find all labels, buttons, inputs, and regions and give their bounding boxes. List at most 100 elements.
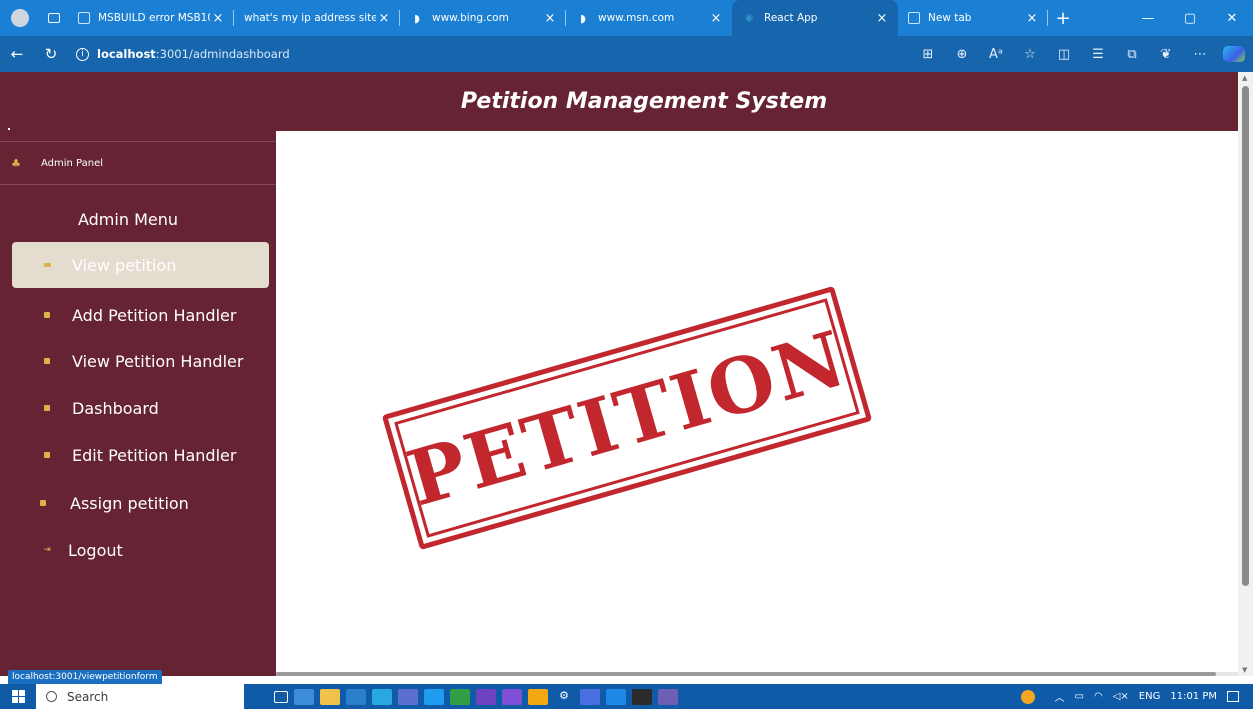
bing-icon: ◗	[580, 11, 586, 25]
zoom-icon[interactable]: ⊕	[945, 47, 979, 62]
new-tab-button[interactable]: +	[1048, 0, 1078, 36]
home-icon	[42, 403, 52, 413]
search-placeholder: Search	[67, 689, 109, 704]
close-window-button[interactable]: ✕	[1211, 0, 1253, 36]
sidebar-item-view-petition[interactable]: View petition	[12, 242, 269, 288]
tab-title: New tab	[928, 12, 972, 24]
back-button[interactable]: ←	[0, 36, 34, 72]
volume-icon[interactable]: ◁×	[1113, 691, 1129, 702]
close-icon[interactable]: ×	[376, 11, 392, 26]
collections-icon[interactable]: ⧉	[1115, 47, 1149, 62]
app-icon[interactable]	[450, 688, 470, 705]
sidebar-item-view-petition-handler[interactable]: View Petition Handler	[12, 338, 269, 384]
app-icon[interactable]	[658, 688, 678, 705]
immersive-reader-icon[interactable]: ⊞	[911, 47, 945, 62]
sidebar-item-add-petition-handler[interactable]: Add Petition Handler	[12, 292, 269, 338]
vertical-scrollbar[interactable]: ▲ ▼	[1238, 72, 1253, 676]
chrome-icon[interactable]	[528, 688, 548, 705]
scrollbar-thumb[interactable]	[1242, 86, 1249, 586]
battery-icon[interactable]: ▭	[1075, 691, 1084, 702]
avatar	[11, 9, 29, 27]
sidebar-item-label: Edit Petition Handler	[72, 445, 237, 465]
stamp-text: PETITION	[397, 313, 857, 523]
store-icon[interactable]	[346, 688, 366, 705]
close-icon[interactable]: ×	[1024, 11, 1040, 26]
admin-panel-row: ♣ Admin Panel	[0, 142, 276, 185]
tab-actions-button[interactable]	[40, 0, 68, 36]
split-screen-icon[interactable]: ◫	[1047, 47, 1081, 62]
clock[interactable]: 11:01 PM	[1170, 691, 1217, 702]
close-icon[interactable]: ×	[210, 11, 226, 26]
sidebar-item-dashboard[interactable]: Dashboard	[12, 385, 269, 431]
browser-tab-ip-address[interactable]: what's my ip address sites ×	[234, 0, 400, 36]
briefcase-icon	[42, 356, 52, 366]
vscode-icon[interactable]	[424, 688, 444, 705]
notification-icon[interactable]	[1227, 691, 1239, 702]
visual-studio-icon[interactable]	[476, 688, 496, 705]
copilot-icon[interactable]	[1223, 46, 1245, 62]
horizontal-scrollbar[interactable]	[276, 672, 1238, 676]
favorite-star-icon[interactable]: ☆	[1013, 47, 1047, 62]
scroll-up-icon[interactable]: ▲	[1242, 74, 1247, 82]
browser-tab-bar: MSBUILD error MSB1011 : × what's my ip a…	[0, 0, 1253, 36]
page-icon	[78, 12, 90, 24]
home-icon	[38, 498, 48, 508]
wifi-icon[interactable]: ◠	[1094, 691, 1103, 702]
app-icon[interactable]	[580, 688, 600, 705]
url-path: :3001/admindashboard	[155, 47, 290, 61]
chevron-up-icon[interactable]: ︿	[1055, 689, 1065, 704]
sidebar-item-label: Add Petition Handler	[72, 305, 237, 325]
system-tray: ︿ ▭ ◠ ◁× ENG 11:01 PM	[1020, 684, 1253, 709]
page-viewport: Petition Management System ♣ Admin Panel…	[0, 72, 1253, 676]
petition-stamp-image: PETITION	[381, 285, 873, 551]
task-view-icon[interactable]	[274, 690, 288, 703]
refresh-button[interactable]: ↻	[34, 36, 68, 72]
sidebar-item-edit-petition-handler[interactable]: Edit Petition Handler	[12, 432, 269, 478]
browser-tab-react-app[interactable]: ⚛ React App ×	[732, 0, 898, 36]
browser-tab-msbuild[interactable]: MSBUILD error MSB1011 : ×	[68, 0, 234, 36]
read-aloud-icon[interactable]: Aᵃ	[979, 47, 1013, 62]
app-header: Petition Management System	[0, 72, 1238, 131]
info-icon[interactable]: i	[76, 47, 89, 61]
minimize-button[interactable]: —	[1127, 0, 1169, 36]
home-icon	[42, 450, 52, 460]
terminal-icon[interactable]	[632, 688, 652, 705]
sidebar-item-label: Logout	[68, 540, 123, 560]
window-controls: — ▢ ✕	[1127, 0, 1253, 36]
favorites-icon[interactable]: ☰	[1081, 47, 1115, 62]
close-icon[interactable]: ×	[874, 11, 890, 26]
visual-studio-icon[interactable]	[502, 688, 522, 705]
close-icon[interactable]: ×	[542, 11, 558, 26]
weather-icon[interactable]	[1020, 689, 1035, 704]
close-icon[interactable]: ×	[708, 11, 724, 26]
start-button[interactable]	[0, 684, 36, 709]
sidebar-item-logout[interactable]: ⇥ Logout	[12, 527, 269, 573]
app-icon[interactable]	[398, 688, 418, 705]
browser-tab-bing[interactable]: ◗ www.bing.com ×	[400, 0, 566, 36]
status-link-preview: localhost:3001/viewpetitionform	[8, 670, 162, 684]
extensions-icon[interactable]: ❦	[1149, 47, 1183, 62]
settings-icon[interactable]: ⚙	[554, 689, 574, 705]
maximize-button[interactable]: ▢	[1169, 0, 1211, 36]
url-host: localhost	[97, 47, 156, 61]
file-explorer-icon[interactable]	[320, 688, 340, 705]
app-icon[interactable]	[606, 688, 626, 705]
profile-button[interactable]	[0, 0, 40, 36]
taskbar-search-input[interactable]: Search	[36, 684, 244, 709]
sidebar-item-label: View petition	[72, 255, 177, 275]
menu-heading: Admin Menu	[77, 210, 178, 229]
edge-icon[interactable]	[372, 688, 392, 705]
sidebar-item-label: View Petition Handler	[72, 351, 244, 371]
browser-tab-msn[interactable]: ◗ www.msn.com ×	[566, 0, 732, 36]
browser-tab-new-tab[interactable]: New tab ×	[898, 0, 1048, 36]
scroll-down-icon[interactable]: ▼	[1242, 666, 1247, 674]
sidebar-item-assign-petition[interactable]: Assign petition	[12, 480, 269, 526]
windows-icon	[11, 690, 25, 703]
language-indicator[interactable]: ENG	[1139, 691, 1161, 702]
address-input[interactable]: i localhost:3001/admindashboard	[68, 40, 468, 68]
admin-panel-label: Admin Panel	[41, 157, 104, 169]
tab-title: www.msn.com	[598, 12, 675, 24]
scrollbar-thumb[interactable]	[276, 672, 1216, 676]
more-icon[interactable]: ⋯	[1183, 47, 1217, 62]
app-icon[interactable]	[294, 688, 314, 705]
